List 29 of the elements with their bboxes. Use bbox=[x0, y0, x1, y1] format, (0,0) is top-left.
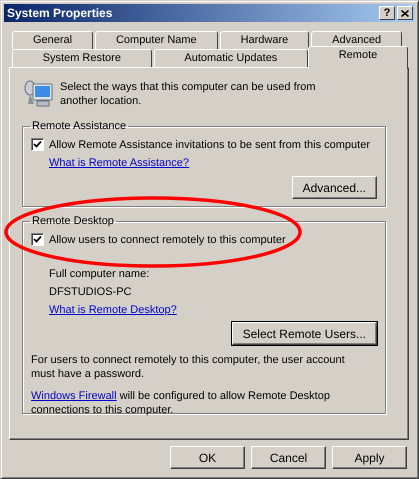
group-title: Remote Assistance bbox=[31, 120, 128, 132]
password-note: For users to connect remotely to this computer, the user account must have a password. bbox=[31, 353, 346, 381]
select-users-button[interactable]: Select Remote Users... bbox=[232, 322, 377, 345]
checkbox[interactable] bbox=[31, 138, 44, 151]
checkbox-label: Allow users to connect remotely to this computer bbox=[49, 234, 286, 246]
checkbox-label: Allow Remote Assistance invitations to be sent from this computer bbox=[49, 138, 370, 150]
help-link[interactable]: What is Remote Desktop? bbox=[49, 304, 177, 316]
tab[interactable]: Computer Name bbox=[95, 31, 218, 49]
tab[interactable]: General bbox=[12, 31, 94, 49]
tab[interactable]: System Restore bbox=[12, 49, 152, 67]
help-link[interactable]: What is Remote Assistance? bbox=[49, 157, 190, 169]
firewall-link[interactable]: Windows Firewall bbox=[31, 390, 117, 402]
checkbox[interactable] bbox=[31, 233, 44, 246]
close-button[interactable] bbox=[397, 6, 413, 20]
dialog-button[interactable]: Apply bbox=[332, 446, 407, 469]
tab[interactable]: Remote bbox=[308, 46, 408, 69]
field-label: Full computer name: bbox=[49, 268, 150, 280]
computer-name: DFSTUDIOS-PC bbox=[49, 286, 132, 298]
close-icon bbox=[401, 10, 409, 16]
tab[interactable]: Automatic Updates bbox=[154, 49, 308, 67]
group-title: Remote Desktop bbox=[31, 215, 115, 227]
advanced-button[interactable]: Advanced... bbox=[292, 176, 377, 199]
window-title: System Properties bbox=[7, 5, 114, 22]
help-button[interactable]: ? bbox=[379, 6, 395, 20]
firewall-note: Windows Firewall will be configured to allow Remote Desktop connections to this computer. bbox=[31, 389, 331, 417]
intro-text: Select the ways that this computer can be used from another location. bbox=[60, 80, 317, 108]
dialog-button[interactable]: OK bbox=[170, 446, 245, 469]
tab[interactable]: Hardware bbox=[220, 31, 310, 49]
dialog-button[interactable]: Cancel bbox=[251, 446, 326, 469]
